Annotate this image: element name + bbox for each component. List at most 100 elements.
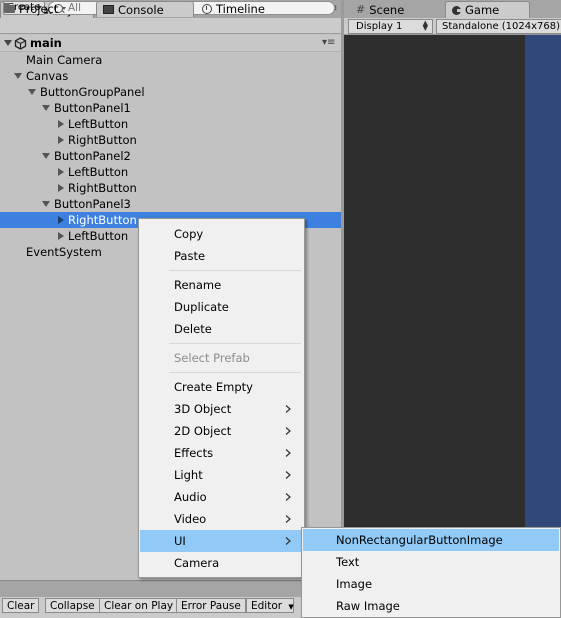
menu-item-label: Create Empty <box>174 380 253 394</box>
expanded-arrow-icon[interactable] <box>14 73 22 79</box>
submenu-item-label: Raw Image <box>336 599 400 613</box>
menu-item-label: UI <box>174 534 186 548</box>
menu-item-label: 3D Object <box>174 402 232 416</box>
clear-on-play-button[interactable]: Clear on Play <box>99 598 179 613</box>
console-tab-label: Console <box>118 2 164 17</box>
ui-submenu: NonRectangularButtonImage Text Image Raw… <box>301 527 561 618</box>
chevron-right-icon <box>285 405 291 413</box>
menu-item-label: Effects <box>174 446 214 460</box>
menu-item-label: Video <box>174 512 207 526</box>
console-icon <box>103 5 114 14</box>
tree-label: EventSystem <box>26 245 102 259</box>
submenu-item-text[interactable]: Text <box>303 551 559 573</box>
editor-label: Editor <box>251 600 283 612</box>
menu-item-2d-object[interactable]: 2D Object <box>140 420 303 442</box>
tree-label: RightButton <box>68 133 137 147</box>
menu-item-label: Camera <box>174 556 220 570</box>
search-filter-dropdown-icon[interactable] <box>62 7 66 10</box>
expand-arrow-icon[interactable] <box>4 40 12 46</box>
expanded-arrow-icon[interactable] <box>28 89 36 95</box>
chevron-right-icon <box>285 515 291 523</box>
expanded-arrow-icon[interactable] <box>42 201 50 207</box>
game-controller-icon <box>452 5 462 15</box>
tree-row[interactable]: Main Camera <box>0 52 341 68</box>
tree-label: Main Camera <box>26 53 103 67</box>
scene-tab-label: Scene <box>369 2 405 17</box>
menu-item-light[interactable]: Light <box>140 464 303 486</box>
context-menu: Copy Paste Rename Duplicate Delete Selec… <box>138 218 305 578</box>
display-select[interactable]: Display 1 ▲ ▼ <box>348 19 433 34</box>
menu-item-label: Rename <box>174 278 222 292</box>
menu-item-label: Copy <box>174 227 204 241</box>
menu-item-video[interactable]: Video <box>140 508 303 530</box>
menu-item-ui[interactable]: UI <box>140 530 303 552</box>
tree-row[interactable]: ButtonPanel2 <box>0 148 341 164</box>
menu-item-duplicate[interactable]: Duplicate <box>140 296 303 318</box>
project-tab-label: Project <box>19 2 59 16</box>
collapsed-arrow-icon[interactable] <box>58 184 64 192</box>
submenu-item-raw-image[interactable]: Raw Image <box>303 595 559 617</box>
collapsed-arrow-icon[interactable] <box>58 216 64 224</box>
tree-label: ButtonPanel2 <box>54 149 131 163</box>
menu-separator <box>169 343 301 344</box>
collapse-button[interactable]: Collapse <box>45 598 100 613</box>
tab-game[interactable]: Game <box>445 1 530 18</box>
tree-row[interactable]: LeftButton <box>0 116 341 132</box>
scene-name: main <box>30 36 62 50</box>
editor-dropdown[interactable]: Editor ▼ <box>246 598 294 613</box>
folder-icon <box>4 3 15 13</box>
menu-item-copy[interactable]: Copy <box>140 223 303 245</box>
tree-row[interactable]: ButtonPanel1 <box>0 100 341 116</box>
collapsed-arrow-icon[interactable] <box>58 120 64 128</box>
menu-item-label: Select Prefab <box>174 351 250 365</box>
tree-row[interactable]: LeftButton <box>0 164 341 180</box>
submenu-item-image[interactable]: Image <box>303 573 559 595</box>
menu-item-label: Delete <box>174 322 212 336</box>
scene-menu-icon[interactable]: ▾≡ <box>322 37 335 49</box>
menu-item-camera[interactable]: Camera <box>140 552 303 574</box>
expanded-arrow-icon[interactable] <box>42 105 50 111</box>
menu-item-label: Duplicate <box>174 300 229 314</box>
menu-item-label: Paste <box>174 249 206 263</box>
submenu-item-nonrectangular-button-image[interactable]: NonRectangularButtonImage <box>303 529 559 551</box>
tree-label: ButtonPanel3 <box>54 197 131 211</box>
collapsed-arrow-icon[interactable] <box>58 168 64 176</box>
tab-timeline[interactable]: Timeline <box>200 1 265 17</box>
menu-item-3d-object[interactable]: 3D Object <box>140 398 303 420</box>
collapsed-arrow-icon[interactable] <box>58 232 64 240</box>
tree-row[interactable]: ButtonGroupPanel <box>0 84 341 100</box>
tab-scene[interactable]: # Scene <box>349 1 439 18</box>
menu-item-select-prefab: Select Prefab <box>140 347 303 369</box>
chevron-right-icon <box>285 493 291 501</box>
timeline-tab-label: Timeline <box>216 2 265 16</box>
expanded-arrow-icon[interactable] <box>42 153 50 159</box>
error-pause-button[interactable]: Error Pause <box>176 598 246 613</box>
tree-label: ButtonPanel1 <box>54 101 131 115</box>
menu-item-effects[interactable]: Effects <box>140 442 303 464</box>
tree-label: RightButton <box>68 213 137 227</box>
menu-item-audio[interactable]: Audio <box>140 486 303 508</box>
menu-separator <box>169 372 301 373</box>
timeline-icon <box>202 4 212 14</box>
menu-item-create-empty[interactable]: Create Empty <box>140 376 303 398</box>
tree-row[interactable]: RightButton <box>0 180 341 196</box>
tree-row[interactable]: ButtonPanel3 <box>0 196 341 212</box>
updown-arrows-icon: ▲ ▼ <box>422 19 428 32</box>
camera-render-area <box>525 35 561 580</box>
tree-row[interactable]: RightButton <box>0 132 341 148</box>
tree-label: Canvas <box>26 69 69 83</box>
tree-label: LeftButton <box>68 165 129 179</box>
tree-row[interactable]: Canvas <box>0 68 341 84</box>
resolution-select[interactable]: Standalone (1024x768) <box>436 19 561 34</box>
tree-label: ButtonGroupPanel <box>40 85 145 99</box>
menu-item-paste[interactable]: Paste <box>140 245 303 267</box>
menu-item-rename[interactable]: Rename <box>140 274 303 296</box>
hierarchy-toolbar <box>0 18 341 34</box>
collapsed-arrow-icon[interactable] <box>58 136 64 144</box>
menu-item-delete[interactable]: Delete <box>140 318 303 340</box>
resolution-value: Standalone (1024x768) <box>442 21 561 32</box>
chevron-right-icon <box>285 449 291 457</box>
tab-project[interactable]: Project <box>2 1 58 17</box>
tab-console[interactable]: Console <box>96 1 194 17</box>
clear-button[interactable]: Clear <box>2 598 40 613</box>
